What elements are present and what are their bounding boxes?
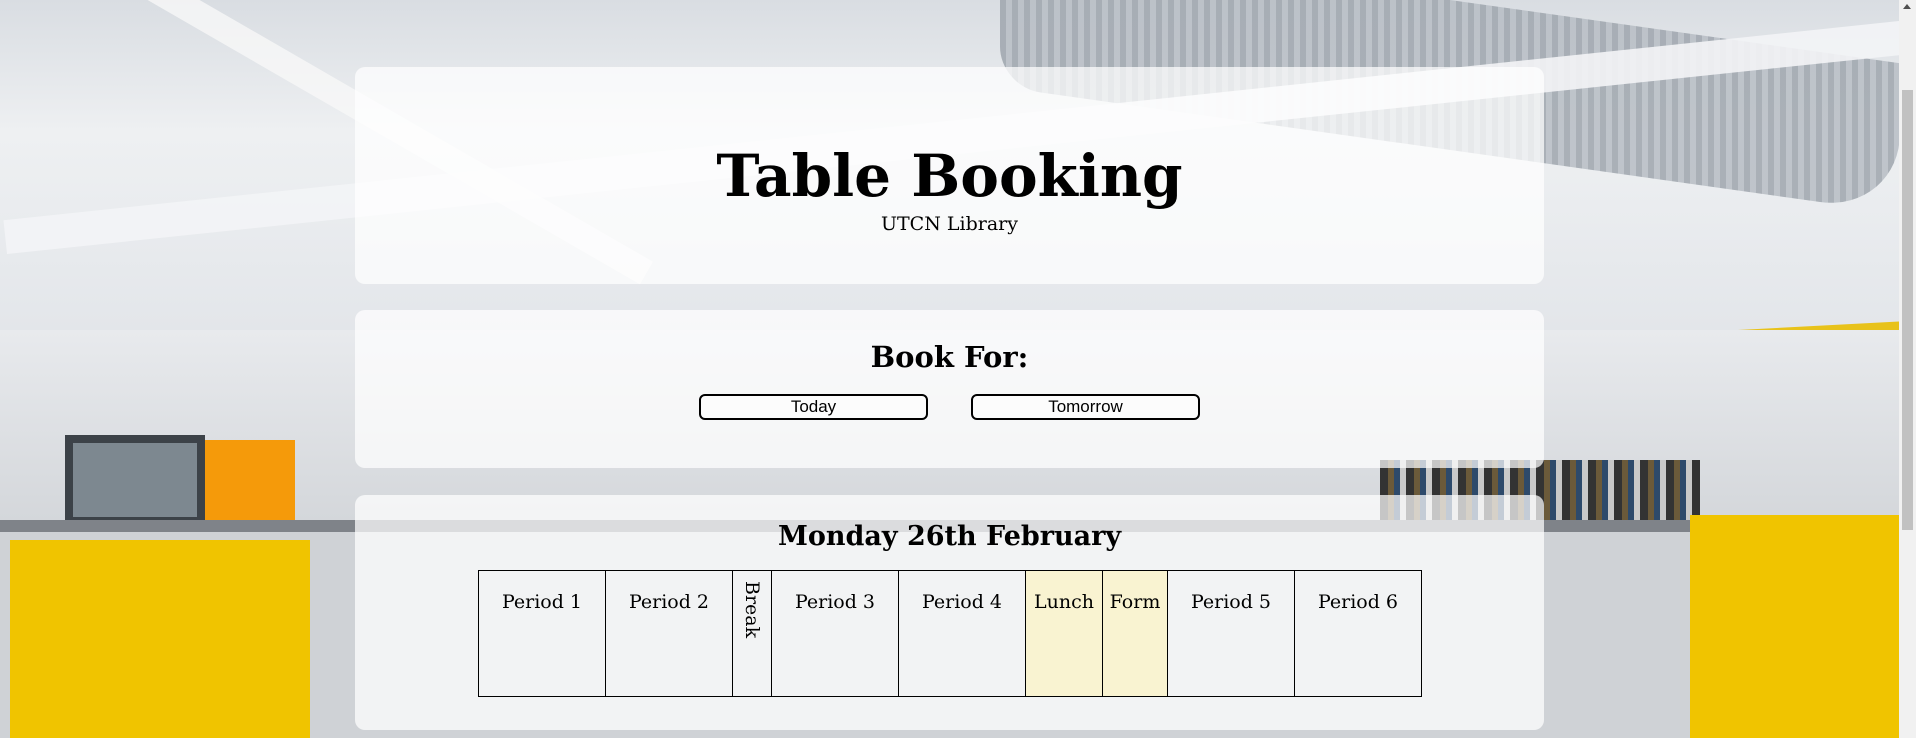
- break-cell[interactable]: Break: [732, 570, 772, 697]
- scrollbar-thumb[interactable]: [1902, 90, 1913, 530]
- timetable-panel: Monday 26th February Period 1 Period 2 B…: [355, 495, 1544, 730]
- period-3-cell[interactable]: Period 3: [771, 570, 899, 697]
- today-button[interactable]: Today: [699, 394, 928, 420]
- page-subtitle: UTCN Library: [881, 213, 1018, 235]
- period-2-cell[interactable]: Period 2: [605, 570, 733, 697]
- timetable: Period 1 Period 2 Break Period 3 Period …: [478, 570, 1422, 697]
- period-6-cell[interactable]: Period 6: [1294, 570, 1422, 697]
- scroll-up-arrow-icon[interactable]: [1903, 4, 1911, 9]
- book-for-panel: Book For: Today Tomorrow: [355, 310, 1544, 468]
- book-for-heading: Book For:: [870, 340, 1029, 374]
- lunch-cell[interactable]: Lunch: [1025, 570, 1103, 697]
- period-4-cell[interactable]: Period 4: [898, 570, 1026, 697]
- page-scrollbar[interactable]: [1899, 0, 1916, 738]
- break-label: Break: [741, 581, 763, 639]
- timetable-row: Period 1 Period 2 Break Period 3 Period …: [478, 570, 1422, 697]
- tomorrow-button[interactable]: Tomorrow: [971, 394, 1200, 420]
- period-5-cell[interactable]: Period 5: [1167, 570, 1295, 697]
- page-title: Table Booking: [716, 142, 1183, 210]
- day-selector: Today Tomorrow: [355, 394, 1544, 420]
- header-panel: Table Booking UTCN Library: [355, 67, 1544, 284]
- timetable-date: Monday 26th February: [777, 521, 1122, 552]
- period-1-cell[interactable]: Period 1: [478, 570, 606, 697]
- form-cell[interactable]: Form: [1102, 570, 1168, 697]
